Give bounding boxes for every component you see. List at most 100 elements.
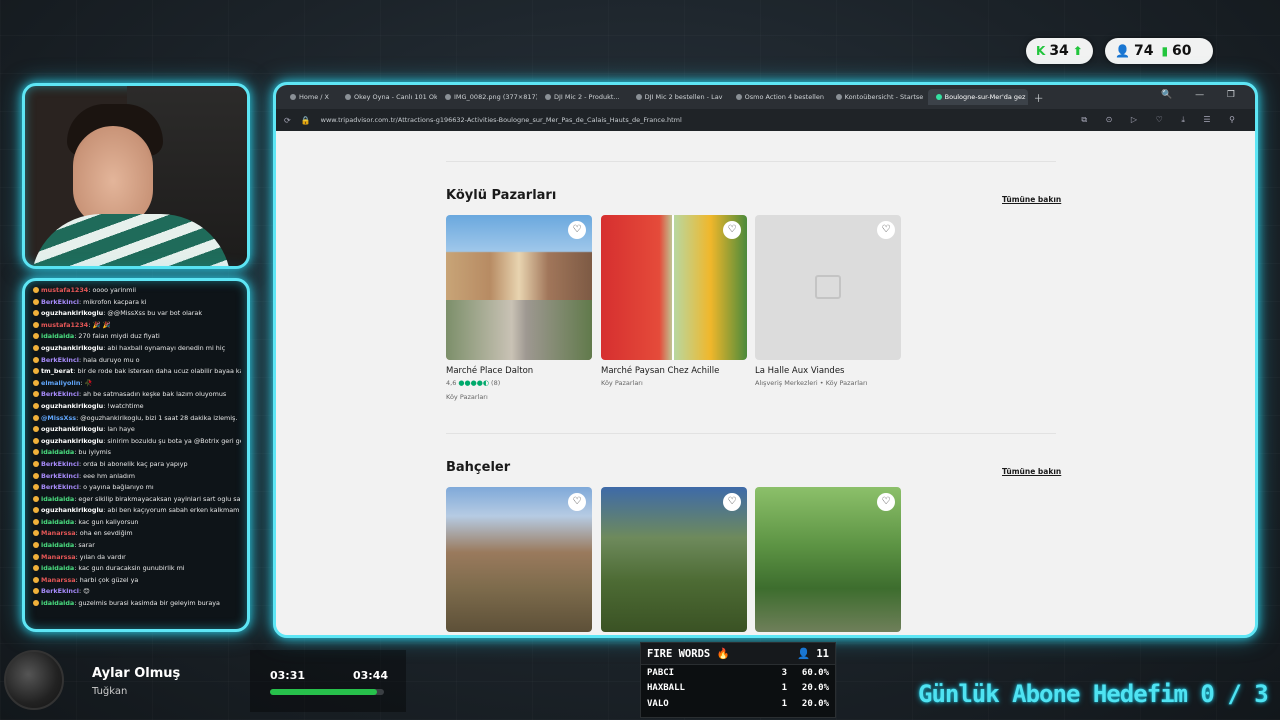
chat-username[interactable]: BerkEkinci (41, 587, 79, 595)
heart-icon[interactable]: ♡ (877, 221, 895, 239)
badge-icon (33, 530, 39, 537)
heart-icon[interactable]: ♡ (568, 493, 586, 511)
chat-username[interactable]: tm_berat (41, 367, 73, 375)
browser-tab[interactable]: Home / X (282, 89, 337, 105)
chat-username[interactable]: idaidaida (41, 448, 74, 456)
fire-word-word: PABCI (647, 667, 675, 678)
chat-username[interactable]: mustafa1234 (41, 321, 88, 329)
reload-icon[interactable]: ⟳ (284, 116, 291, 125)
chat-text: eger sikilip birakmayacaksan yayinlari s… (78, 494, 241, 503)
chat-username[interactable]: elmaliyolin (41, 379, 80, 387)
card-name[interactable]: Marché Place Dalton (446, 366, 592, 376)
tab-label: Osmo Action 4 bestellen (744, 93, 824, 101)
chat-username[interactable]: idaidaida (41, 599, 74, 607)
chat-username[interactable]: idaidaida (41, 332, 74, 340)
card-name[interactable]: Marché Paysan Chez Achille (601, 366, 747, 376)
browser-tab[interactable]: DJI Mic 2 bestellen - Lav (628, 89, 728, 105)
chat-username[interactable]: idaidaida (41, 518, 74, 526)
chat-username[interactable]: BerkEkinci (41, 356, 79, 364)
chat-username[interactable]: Manarssa (41, 529, 76, 537)
card-category: Alışveriş Merkezleri • Köy Pazarları (755, 379, 868, 387)
badge-icon (33, 507, 39, 514)
browser-tab[interactable]: Osmo Action 4 bestellen (728, 89, 828, 105)
fire-word-count: 1 (781, 698, 787, 709)
elapsed-time: 03:31 (270, 669, 306, 682)
fire-word-row: PABCI 3 60.0% (641, 665, 835, 681)
chat-text: oha en sevdiğim (79, 529, 133, 538)
chat-text: guzelmis burasi kasimda bir geleyim bura… (78, 599, 220, 608)
chat-text: yılan da vardır (79, 552, 126, 561)
card-marche-paysan[interactable]: ♡ Marché Paysan Chez Achille Köy Pazarla… (601, 215, 747, 387)
chat-username[interactable]: @MissXss (41, 414, 76, 422)
card-image[interactable]: ♡ (755, 215, 901, 360)
chat-username[interactable]: BerkEkinci (41, 298, 79, 306)
card-image[interactable]: ♡ (601, 215, 747, 360)
lock-icon: 🔒 (300, 115, 311, 125)
chat-message: BerkEkinci: hala duruyo mu o (33, 355, 241, 367)
chat-username[interactable]: oguzhankirikoglu (41, 402, 103, 410)
see-all-markets-link[interactable]: Tümüne bakın (1002, 195, 1061, 204)
chat-message: idaidaida: eger sikilip birakmayacaksan … (33, 494, 241, 506)
chat-username[interactable]: oguzhankirikoglu (41, 437, 103, 445)
chat-username[interactable]: Manarssa (41, 553, 76, 561)
chat-message: BerkEkinci: orda bi abonelik kaç para ya… (33, 459, 241, 471)
card-image[interactable]: ♡ (601, 487, 747, 632)
browser-tab[interactable]: Kontoübersicht - Startse (828, 89, 928, 105)
browser-tab[interactable]: Boulogne-sur-Mer'da gez (927, 89, 1028, 105)
heart-icon[interactable]: ♡ (723, 221, 741, 239)
chat-message: mustafa1234: oooo yarinmii (33, 285, 241, 297)
see-all-gardens-link[interactable]: Tümüne bakın (1002, 467, 1061, 476)
badge-icon (33, 437, 39, 444)
heart-icon[interactable]: ♡ (568, 221, 586, 239)
chat-text: 🥀 (84, 378, 93, 387)
card-name[interactable]: La Halle Aux Viandes (755, 366, 901, 376)
url-text[interactable]: www.tripadvisor.com.tr/Attractions-g1966… (321, 116, 682, 124)
fire-word-pct: 20.0% (801, 683, 829, 694)
browser-tab[interactable]: DJI Mic 2 - Produkt... (537, 89, 628, 105)
badge-icon (33, 484, 39, 491)
chat-username[interactable]: mustafa1234 (41, 286, 88, 294)
window-controls[interactable]: 🔍 — ❐ (1161, 90, 1245, 100)
browser-tab[interactable]: Okey Oyna - Canlı 101 Ok (337, 89, 437, 105)
fire-words-title: FIRE WORDS 🔥 (647, 648, 730, 660)
chat-username[interactable]: Manarssa (41, 576, 76, 584)
card-image[interactable]: ♡ (446, 487, 592, 632)
chat-username[interactable]: idaidaida (41, 495, 74, 503)
badge-icon (33, 344, 39, 351)
chat-username[interactable]: BerkEkinci (41, 460, 79, 468)
heart-icon[interactable]: ♡ (877, 493, 895, 511)
chat-username[interactable]: BerkEkinci (41, 483, 79, 491)
chat-username[interactable]: BerkEkinci (41, 390, 79, 398)
chat-username[interactable]: oguzhankirikoglu (41, 344, 103, 352)
person-icon: 👤 (1115, 44, 1130, 58)
chat-username[interactable]: oguzhankirikoglu (41, 309, 103, 317)
card-marche-place-dalton[interactable]: ♡ Marché Place Dalton 4,6 ●●●●◐ (8) Köy … (446, 215, 592, 401)
badge-icon (33, 565, 39, 572)
rating-bubbles-icon: ●●●●◐ (458, 379, 489, 387)
chat-username[interactable]: idaidaida (41, 564, 74, 572)
address-bar[interactable]: ⟳ 🔒 www.tripadvisor.com.tr/Attractions-g… (276, 109, 1255, 131)
chat-message: idaidaida: kac gun duracaksin gunubirlik… (33, 563, 241, 575)
tab-favicon-icon (544, 94, 551, 100)
card-garden-1[interactable]: ♡ (446, 487, 592, 632)
card-la-halle-aux-viandes[interactable]: ♡ La Halle Aux Viandes Alışveriş Merkezl… (755, 215, 901, 387)
heart-icon[interactable]: ♡ (723, 493, 741, 511)
card-garden-3[interactable]: ♡ (755, 487, 901, 632)
card-garden-2[interactable]: ♡ (601, 487, 747, 632)
chat-text: harbi çok güzel ya (79, 575, 139, 584)
chat-username[interactable]: oguzhankirikoglu (41, 506, 103, 514)
fire-word-count: 3 (781, 667, 787, 678)
chat-username[interactable]: BerkEkinci (41, 472, 79, 480)
chat-username[interactable]: idaidaida (41, 541, 74, 549)
toolbar-icons[interactable]: ⧉ ⊙ ▷ ♡ ⤓ ☰ ⚲ (1081, 115, 1243, 125)
fire-words-header: FIRE WORDS 🔥 👤 11 (641, 643, 835, 665)
tab-label: Okey Oyna - Canlı 101 Ok (353, 93, 437, 101)
badge-icon (33, 310, 39, 317)
card-image[interactable]: ♡ (446, 215, 592, 360)
new-tab-icon[interactable]: ＋ (1034, 90, 1044, 105)
chat-username[interactable]: oguzhankirikoglu (41, 425, 103, 433)
browser-tab[interactable]: IMG_0082.png (377×817) (437, 89, 537, 105)
tab-favicon-icon (635, 94, 642, 100)
card-image[interactable]: ♡ (755, 487, 901, 632)
counter-bars-value: 60 (1172, 43, 1192, 59)
